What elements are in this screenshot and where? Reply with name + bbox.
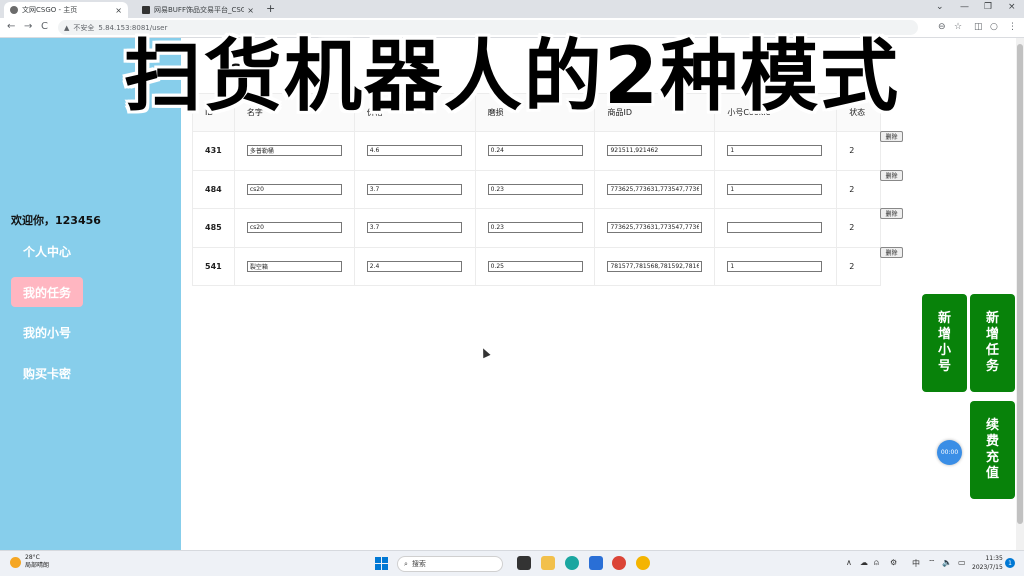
taskbar-search[interactable]: ⌕ 搜索 bbox=[397, 556, 503, 572]
sidebar-item-my-tasks[interactable]: 我的任务 bbox=[11, 277, 83, 307]
microphone-icon[interactable]: ⍝ bbox=[874, 558, 879, 568]
mouse-cursor-icon bbox=[479, 346, 491, 359]
store-icon[interactable] bbox=[589, 556, 603, 570]
button-char: 续 bbox=[985, 418, 999, 433]
name-input[interactable] bbox=[246, 145, 342, 157]
button-char: 任 bbox=[985, 343, 999, 358]
row-id: 485 bbox=[192, 208, 235, 248]
buff-favicon-icon bbox=[142, 6, 150, 14]
search-placeholder: 搜索 bbox=[411, 560, 426, 568]
sidebar-item-buy-card[interactable]: 购买卡密 bbox=[11, 358, 83, 388]
recharge-button[interactable]: 续 费 充 值 bbox=[970, 401, 1015, 499]
minimize-button[interactable]: — bbox=[960, 2, 969, 12]
timer-badge[interactable]: 00:00 bbox=[937, 440, 962, 465]
button-char: 小 bbox=[937, 343, 951, 358]
button-char: 号 bbox=[937, 359, 951, 374]
clock-date: 2023/7/15 bbox=[972, 564, 1003, 571]
wear-input[interactable] bbox=[487, 145, 583, 157]
row-id: 484 bbox=[192, 169, 235, 209]
delete-button[interactable]: 删除 bbox=[880, 247, 903, 258]
item-id-input[interactable] bbox=[607, 183, 703, 195]
delete-button[interactable]: 删除 bbox=[880, 170, 903, 181]
add-task-button[interactable]: 新 增 任 务 bbox=[970, 294, 1015, 392]
price-input[interactable] bbox=[366, 222, 462, 234]
restore-button[interactable]: ❐ bbox=[984, 2, 992, 12]
taskbar-clock[interactable]: 11:35 2023/7/15 bbox=[972, 554, 1003, 572]
row-status: 2 bbox=[836, 131, 881, 171]
name-input[interactable] bbox=[246, 260, 342, 272]
overlay-headline: 扫货机器人的2种模式 bbox=[123, 32, 901, 122]
delete-button[interactable]: 删除 bbox=[880, 208, 903, 219]
price-input[interactable] bbox=[366, 260, 462, 272]
sidebar-item-my-accounts[interactable]: 我的小号 bbox=[11, 317, 83, 347]
button-char: 增 bbox=[937, 327, 951, 342]
row-id: 541 bbox=[192, 246, 235, 286]
row-status: 2 bbox=[836, 246, 881, 286]
chrome-icon[interactable] bbox=[612, 556, 626, 570]
add-account-button[interactable]: 新 增 小 号 bbox=[922, 294, 967, 392]
wear-input[interactable] bbox=[487, 183, 583, 195]
price-input[interactable] bbox=[366, 183, 462, 195]
weather-temp: 28°C bbox=[25, 554, 40, 561]
item-id-input[interactable] bbox=[607, 145, 703, 157]
delete-button[interactable]: 删除 bbox=[880, 131, 903, 142]
app-icon[interactable] bbox=[636, 556, 650, 570]
cookie-input[interactable] bbox=[727, 145, 823, 157]
name-input[interactable] bbox=[246, 183, 342, 195]
task-view-icon[interactable] bbox=[517, 556, 531, 570]
file-explorer-icon[interactable] bbox=[541, 556, 555, 570]
sidebar-item-profile[interactable]: 个人中心 bbox=[11, 236, 83, 266]
window-close-button[interactable]: × bbox=[1008, 2, 1016, 12]
item-id-input[interactable] bbox=[607, 260, 703, 272]
table-row: 541 2 bbox=[192, 246, 881, 286]
tray-chevron-icon[interactable]: ∧ bbox=[846, 558, 852, 567]
cloud-icon[interactable]: ☁ bbox=[860, 558, 868, 567]
battery-icon[interactable]: ▭ bbox=[958, 558, 966, 567]
row-id: 431 bbox=[192, 131, 235, 171]
settings-icon[interactable]: ⚙ bbox=[890, 558, 897, 567]
table-row: 484 2 bbox=[192, 169, 881, 209]
row-status: 2 bbox=[836, 208, 881, 248]
table-row: 431 2 bbox=[192, 131, 881, 171]
language-icon[interactable]: 中 bbox=[912, 558, 920, 569]
volume-icon[interactable]: 🔈 bbox=[942, 558, 952, 567]
clock-time: 11:35 bbox=[985, 555, 1003, 562]
weather-desc: 局部晴朗 bbox=[25, 562, 50, 569]
price-input[interactable] bbox=[366, 145, 462, 157]
wifi-icon[interactable]: ⌔ bbox=[928, 558, 936, 568]
table-row: 485 2 bbox=[192, 208, 881, 248]
button-char: 充 bbox=[985, 450, 999, 465]
start-windows-icon[interactable] bbox=[375, 557, 388, 570]
edge-browser-icon[interactable] bbox=[565, 556, 579, 570]
button-char: 值 bbox=[985, 466, 999, 481]
cookie-input[interactable] bbox=[727, 183, 823, 195]
wear-input[interactable] bbox=[487, 222, 583, 234]
row-status: 2 bbox=[836, 169, 881, 209]
weather-widget[interactable]: 28°C 局部晴朗 bbox=[10, 554, 49, 570]
tab-search-icon[interactable]: ⌄ bbox=[936, 2, 944, 12]
search-icon: ⌕ bbox=[404, 559, 408, 568]
cookie-input[interactable] bbox=[727, 260, 823, 272]
button-char: 新 bbox=[985, 311, 999, 326]
button-char: 费 bbox=[985, 434, 999, 449]
button-char: 增 bbox=[985, 327, 999, 342]
button-char: 新 bbox=[937, 311, 951, 326]
name-input[interactable] bbox=[246, 222, 342, 234]
globe-icon bbox=[10, 6, 18, 14]
notification-badge[interactable]: 1 bbox=[1005, 558, 1015, 568]
item-id-input[interactable] bbox=[607, 222, 703, 234]
wear-input[interactable] bbox=[487, 260, 583, 272]
welcome-text: 欢迎你，123456 bbox=[11, 214, 101, 227]
windows-taskbar: 28°C 局部晴朗 ⌕ 搜索 ∧ ☁ ⍝ ⚙ 中 ⌔ 🔈 ▭ 11:35 202… bbox=[0, 550, 1024, 576]
sun-icon bbox=[10, 556, 21, 568]
button-char: 务 bbox=[985, 359, 999, 374]
cookie-input[interactable] bbox=[727, 222, 823, 234]
